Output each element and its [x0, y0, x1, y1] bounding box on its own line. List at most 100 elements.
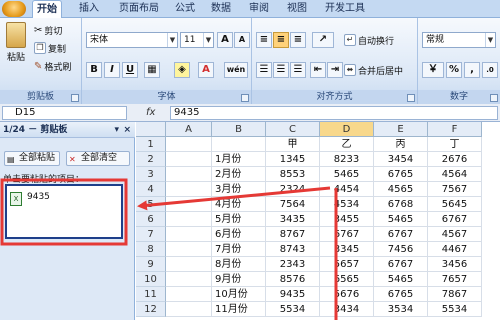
cell-f12[interactable]: 5534 — [428, 302, 482, 317]
column-header-c[interactable]: C — [266, 122, 320, 137]
cell-c4[interactable]: 2324 — [266, 182, 320, 197]
office-button[interactable] — [2, 1, 26, 17]
row-header-4[interactable]: 4 — [136, 182, 166, 197]
cell-c9[interactable]: 2343 — [266, 257, 320, 272]
cell-b12[interactable]: 11月份 — [212, 302, 266, 317]
alignment-launcher[interactable] — [407, 94, 415, 102]
align-middle-button[interactable]: ≡ — [273, 32, 289, 48]
border-button[interactable]: ▦ — [144, 62, 160, 78]
cell-f4[interactable]: 7567 — [428, 182, 482, 197]
align-top-button[interactable]: ≡ — [256, 32, 272, 48]
cell-e6[interactable]: 5465 — [374, 212, 428, 227]
cell-d9[interactable]: 5657 — [320, 257, 374, 272]
cell-d6[interactable]: 3455 — [320, 212, 374, 227]
increase-decimal-button[interactable]: .0 — [482, 62, 498, 78]
tab-insert[interactable]: 插入 — [74, 0, 104, 18]
font-color-button[interactable]: A — [198, 62, 214, 78]
cell-e3[interactable]: 6765 — [374, 167, 428, 182]
insert-function-button[interactable]: fx — [146, 106, 166, 120]
cell-e9[interactable]: 6767 — [374, 257, 428, 272]
comma-button[interactable]: , — [464, 62, 480, 78]
clipboard-launcher[interactable] — [71, 94, 79, 102]
column-header-a[interactable]: A — [166, 122, 212, 137]
cell-e4[interactable]: 4565 — [374, 182, 428, 197]
currency-button[interactable]: ￥ — [422, 62, 444, 78]
font-launcher[interactable] — [241, 94, 249, 102]
cell-a1[interactable] — [166, 137, 212, 152]
italic-button[interactable]: I — [104, 62, 120, 78]
cell-a11[interactable] — [166, 287, 212, 302]
cell-b10[interactable]: 9月份 — [212, 272, 266, 287]
row-header-1[interactable]: 1 — [136, 137, 166, 152]
cell-e8[interactable]: 7456 — [374, 242, 428, 257]
cell-f6[interactable]: 6767 — [428, 212, 482, 227]
cell-b3[interactable]: 2月份 — [212, 167, 266, 182]
row-header-10[interactable]: 10 — [136, 272, 166, 287]
tab-developer[interactable]: 开发工具 — [320, 0, 370, 18]
cell-a4[interactable] — [166, 182, 212, 197]
align-right-button[interactable]: ☰ — [290, 62, 306, 78]
cell-e10[interactable]: 5465 — [374, 272, 428, 287]
cell-a6[interactable] — [166, 212, 212, 227]
cell-c7[interactable]: 8767 — [266, 227, 320, 242]
cell-a7[interactable] — [166, 227, 212, 242]
cell-d4[interactable]: 4454 — [320, 182, 374, 197]
cell-d5[interactable]: 4534 — [320, 197, 374, 212]
underline-button[interactable]: U — [122, 62, 138, 78]
tab-home[interactable]: 开始 — [32, 0, 62, 18]
increase-indent-button[interactable]: ⇥ — [327, 62, 343, 78]
align-left-button[interactable]: ☰ — [256, 62, 272, 78]
column-header-b[interactable]: B — [212, 122, 266, 137]
cell-b4[interactable]: 3月份 — [212, 182, 266, 197]
tab-review[interactable]: 审阅 — [244, 0, 274, 18]
column-header-f[interactable]: F — [428, 122, 482, 137]
cell-b5[interactable]: 4月份 — [212, 197, 266, 212]
close-icon[interactable]: × — [123, 122, 131, 138]
cell-d12[interactable]: 3434 — [320, 302, 374, 317]
merge-center-button[interactable]: ⬌ 合并后居中 — [344, 62, 403, 78]
row-header-6[interactable]: 6 — [136, 212, 166, 227]
row-header-12[interactable]: 12 — [136, 302, 166, 317]
cell-f1[interactable]: 丁 — [428, 137, 482, 152]
cell-f5[interactable]: 5645 — [428, 197, 482, 212]
cell-f11[interactable]: 7867 — [428, 287, 482, 302]
cell-c11[interactable]: 9435 — [266, 287, 320, 302]
cell-e11[interactable]: 6765 — [374, 287, 428, 302]
cell-c12[interactable]: 5534 — [266, 302, 320, 317]
fill-color-button[interactable]: ◈ — [174, 62, 190, 78]
cell-e2[interactable]: 3454 — [374, 152, 428, 167]
number-launcher[interactable] — [490, 94, 498, 102]
cell-c6[interactable]: 3435 — [266, 212, 320, 227]
copy-button[interactable]: ❐ 复制 — [34, 40, 66, 56]
cell-f7[interactable]: 4567 — [428, 227, 482, 242]
wrap-text-button[interactable]: ↵ 自动换行 — [344, 32, 394, 48]
clear-all-button[interactable]: ✕ 全部清空 — [66, 151, 130, 166]
row-header-3[interactable]: 3 — [136, 167, 166, 182]
cell-a5[interactable] — [166, 197, 212, 212]
cell-d7[interactable]: 6767 — [320, 227, 374, 242]
paste-all-button[interactable]: ▤ 全部粘贴 — [4, 151, 60, 166]
row-header-9[interactable]: 9 — [136, 257, 166, 272]
tab-page-layout[interactable]: 页面布局 — [114, 0, 164, 18]
cell-d1[interactable]: 乙 — [320, 137, 374, 152]
cell-c2[interactable]: 1345 — [266, 152, 320, 167]
cell-f10[interactable]: 7657 — [428, 272, 482, 287]
cell-a10[interactable] — [166, 272, 212, 287]
row-header-2[interactable]: 2 — [136, 152, 166, 167]
cell-b9[interactable]: 8月份 — [212, 257, 266, 272]
tab-view[interactable]: 视图 — [282, 0, 312, 18]
cell-d8[interactable]: 8345 — [320, 242, 374, 257]
cell-b7[interactable]: 6月份 — [212, 227, 266, 242]
cell-a3[interactable] — [166, 167, 212, 182]
cell-c1[interactable]: 甲 — [266, 137, 320, 152]
shrink-font-button[interactable]: A — [234, 32, 250, 48]
formula-input[interactable]: 9435 — [170, 106, 498, 120]
decrease-indent-button[interactable]: ⇤ — [310, 62, 326, 78]
pane-menu-icon[interactable]: ▾ — [114, 122, 119, 138]
percent-button[interactable]: % — [446, 62, 462, 78]
cell-a2[interactable] — [166, 152, 212, 167]
cell-d3[interactable]: 5465 — [320, 167, 374, 182]
row-header-7[interactable]: 7 — [136, 227, 166, 242]
column-header-e[interactable]: E — [374, 122, 428, 137]
cell-b6[interactable]: 5月份 — [212, 212, 266, 227]
